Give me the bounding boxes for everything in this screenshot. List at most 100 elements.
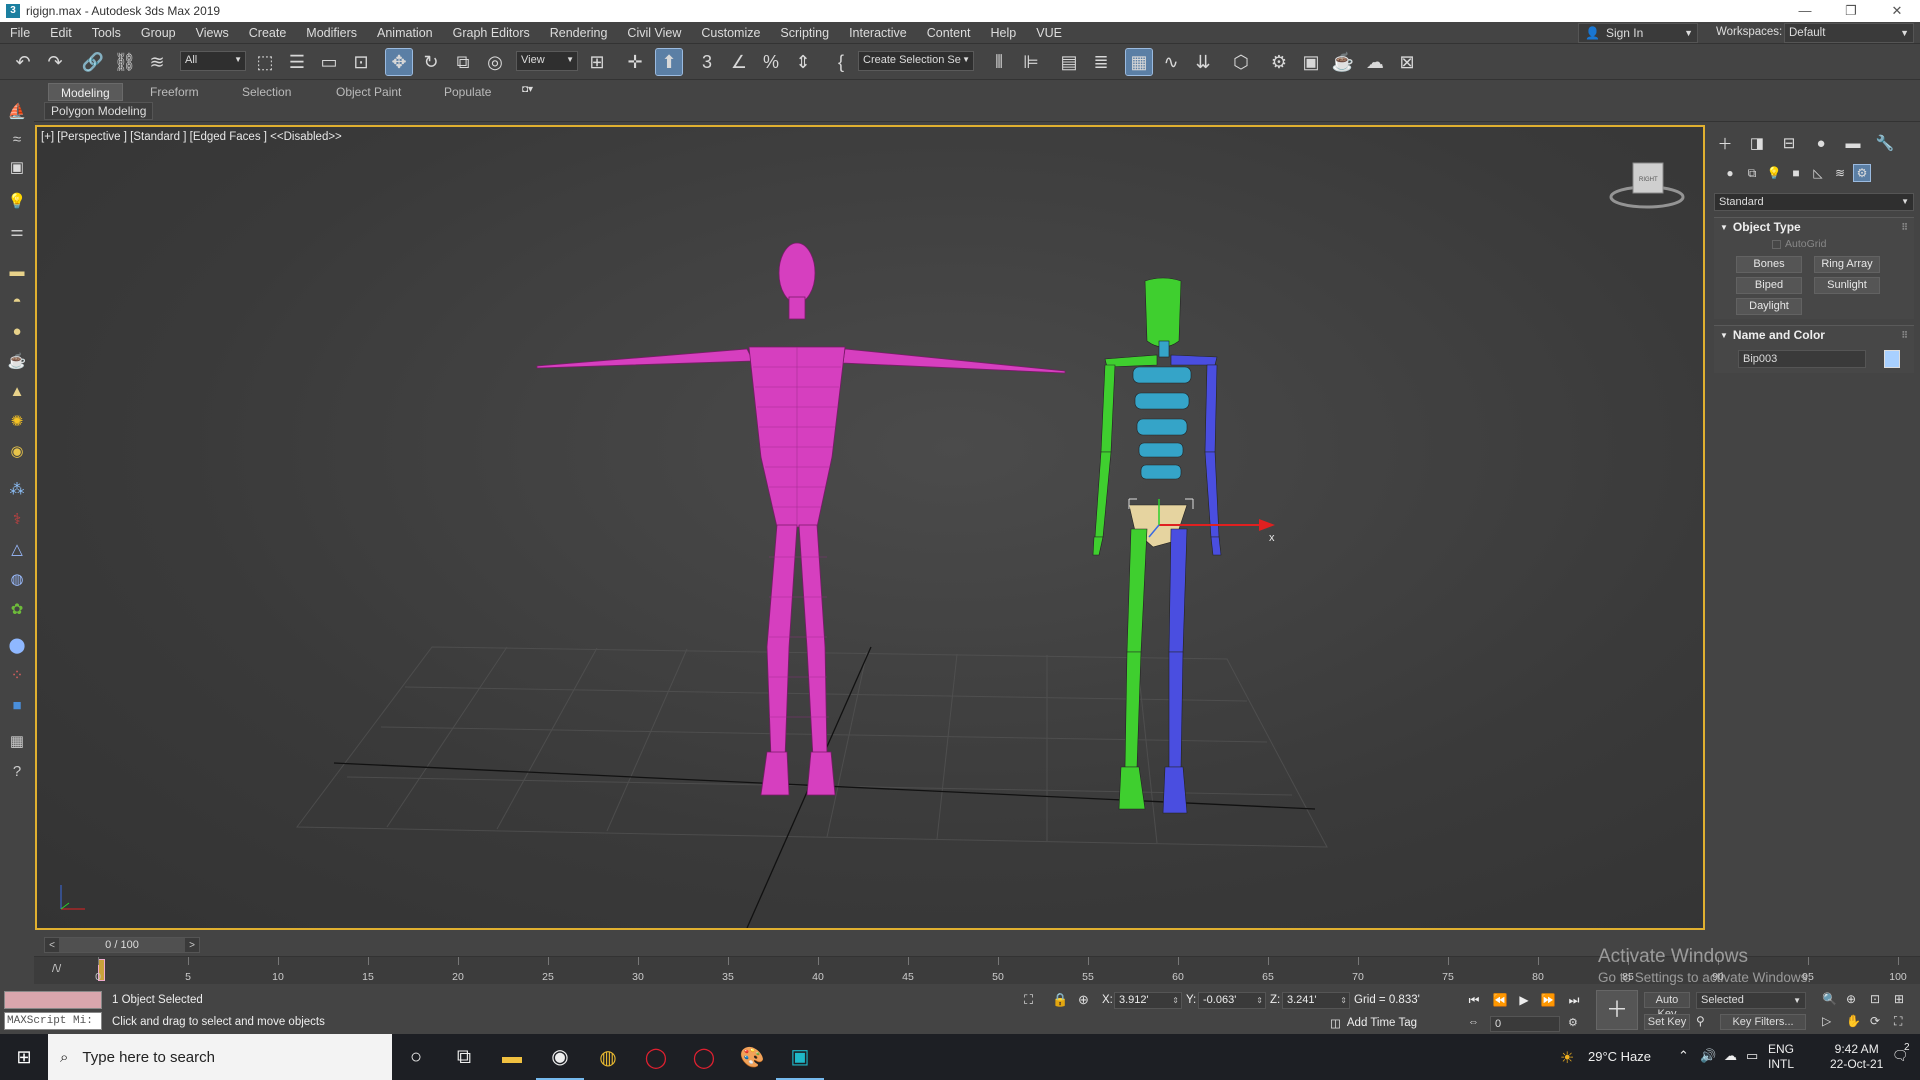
maxscript-mini-listener[interactable]: MAXScript Mi: — [4, 1012, 102, 1030]
select-and-move-icon[interactable]: ✥ — [385, 48, 413, 76]
render-icon[interactable]: ■ — [6, 694, 28, 716]
pivot-center-icon[interactable]: ⊞ — [584, 49, 610, 75]
set-keys-icon[interactable]: ＋ — [1596, 990, 1638, 1030]
rendered-frame-window-icon[interactable]: ▣ — [1298, 49, 1324, 75]
polygon-modeling-panel[interactable]: Polygon Modeling — [44, 102, 154, 120]
render-production-icon[interactable]: ☕ — [1330, 49, 1356, 75]
redo-icon[interactable]: ↷ — [42, 49, 68, 75]
menu-scripting[interactable]: Scripting — [770, 26, 839, 40]
current-frame-field[interactable]: 0 — [1490, 1016, 1560, 1032]
menu-vue[interactable]: VUE — [1026, 26, 1072, 40]
mini-curve-editor-icon[interactable]: /\/ — [52, 963, 61, 975]
sweep-icon[interactable]: ⛵ — [6, 100, 28, 122]
windows-start-icon[interactable]: ⊞ — [0, 1034, 48, 1080]
select-and-place-icon[interactable]: ◎ — [482, 49, 508, 75]
z-coordinate-field[interactable]: 3.241' ⇕ — [1282, 992, 1350, 1009]
orbit-icon[interactable]: ⟳ — [1870, 1014, 1880, 1028]
spinner-snap-icon[interactable]: ⇕ — [790, 49, 816, 75]
menu-civil-view[interactable]: Civil View — [617, 26, 691, 40]
scene-explorer-icon[interactable]: ▤ — [1056, 49, 1082, 75]
tab-object-paint[interactable]: Object Paint — [324, 83, 413, 101]
perspective-viewport[interactable]: x RIGHT [+] [Perspective ] [Standard ] [… — [35, 125, 1705, 930]
show-hidden-icons-icon[interactable]: ⌃ — [1678, 1048, 1689, 1064]
menu-graph-editors[interactable]: Graph Editors — [443, 26, 540, 40]
window-crossing-icon[interactable]: ⊡ — [348, 49, 374, 75]
menu-interactive[interactable]: Interactive — [839, 26, 917, 40]
autogrid-checkbox[interactable]: AutoGrid — [1772, 238, 1826, 250]
reference-coordinate-select[interactable]: View ▼ — [516, 51, 578, 71]
menu-tools[interactable]: Tools — [82, 26, 131, 40]
bones-icon[interactable]: ⚕ — [6, 508, 28, 530]
zoom-extents-all-icon[interactable]: ⊞ — [1894, 992, 1904, 1006]
plane-icon[interactable]: ▬ — [6, 260, 28, 282]
add-time-tag[interactable]: ◫ Add Time Tag — [1330, 1016, 1417, 1030]
spinner-icon[interactable]: ⇕ — [1172, 993, 1179, 1008]
menu-customize[interactable]: Customize — [691, 26, 770, 40]
chrome-icon[interactable]: ◍ — [584, 1034, 632, 1080]
opera-gx-icon[interactable]: ◯ — [680, 1034, 728, 1080]
previous-frame-icon[interactable]: < — [45, 940, 59, 951]
daylight-button[interactable]: Daylight — [1736, 298, 1802, 315]
taskbar-search[interactable]: ⌕ Type here to search — [48, 1034, 392, 1080]
menu-edit[interactable]: Edit — [40, 26, 82, 40]
link-icon[interactable]: 🔗 — [80, 49, 106, 75]
zoom-extents-icon[interactable]: ⊡ — [1870, 992, 1880, 1006]
curve-editor-icon[interactable]: ∿ — [1158, 49, 1184, 75]
bones-button[interactable]: Bones — [1736, 256, 1802, 273]
go-to-start-icon[interactable]: ⏮ — [1464, 993, 1484, 1008]
display-tab-icon[interactable]: ▬ — [1842, 133, 1864, 153]
tab-freeform[interactable]: Freeform — [138, 83, 211, 101]
object-type-header[interactable]: ▼ Object Type ⠿ — [1714, 218, 1914, 236]
render-environment-icon[interactable]: ⊠ — [1394, 49, 1420, 75]
viewport-label[interactable]: [+] [Perspective ] [Standard ] [Edged Fa… — [41, 131, 342, 143]
schematic-view-icon[interactable]: ⇊ — [1190, 49, 1216, 75]
snaps-toggle-icon[interactable]: 3 — [694, 49, 720, 75]
plant-icon[interactable]: ✿ — [6, 598, 28, 620]
set-key-button[interactable]: Set Key — [1644, 1014, 1690, 1030]
particles-icon[interactable]: ⁂ — [6, 478, 28, 500]
hemisphere-icon[interactable]: ◓ — [6, 290, 28, 312]
menu-modifiers[interactable]: Modifiers — [296, 26, 367, 40]
opera-icon[interactable]: ◯ — [632, 1034, 680, 1080]
light-icon[interactable]: 💡 — [6, 190, 28, 212]
task-view-icon[interactable]: ⧉ — [440, 1034, 488, 1080]
tab-populate[interactable]: Populate — [432, 83, 503, 101]
taskbar-clock[interactable]: 9:42 AM 22-Oct-21 — [1830, 1042, 1883, 1072]
time-slider[interactable]: < 0 / 100 > — [44, 937, 200, 953]
maximize-viewport-icon[interactable]: ⛶ — [1894, 1014, 1902, 1029]
render-cloud-icon[interactable]: ☁ — [1362, 49, 1388, 75]
menu-views[interactable]: Views — [186, 26, 239, 40]
object-name-field[interactable]: Bip003 — [1738, 350, 1866, 368]
ring-array-button[interactable]: Ring Array — [1814, 256, 1880, 273]
help-icon[interactable]: ? — [6, 760, 28, 782]
volume-icon[interactable]: 🔊 — [1700, 1048, 1716, 1064]
space-warps-icon[interactable]: ≋ — [1832, 165, 1848, 181]
go-to-end-icon[interactable]: ⏭ — [1564, 993, 1584, 1008]
ribbon-minimize-icon[interactable]: ◘▾ — [522, 84, 542, 98]
pan-icon[interactable]: ✋ — [1846, 1014, 1861, 1028]
workspace-select[interactable]: Default ▼ — [1784, 23, 1914, 43]
name-and-color-header[interactable]: ▼ Name and Color ⠿ — [1714, 326, 1914, 344]
keyboard-shortcut-override-icon[interactable]: ⬆ — [655, 48, 683, 76]
restore-button[interactable]: ❐ — [1828, 0, 1874, 22]
category-select[interactable]: Standard ▼ — [1714, 193, 1914, 211]
auto-key-button[interactable]: Auto Key — [1644, 992, 1690, 1020]
menu-group[interactable]: Group — [131, 26, 186, 40]
lights-icon[interactable]: 💡 — [1766, 165, 1782, 181]
time-configuration-icon[interactable]: ⚙ — [1568, 1016, 1578, 1029]
field-of-view-icon[interactable]: ▷ — [1822, 1014, 1831, 1028]
selection-lock-icon[interactable]: 🔒 — [1052, 992, 1068, 1008]
percent-snap-icon[interactable]: % — [758, 49, 784, 75]
key-filters-button[interactable]: Key Filters... — [1720, 1014, 1806, 1030]
undo-icon[interactable]: ↶ — [10, 49, 36, 75]
material-editor-icon[interactable]: ⬡ — [1228, 49, 1254, 75]
zoom-all-icon[interactable]: ⊕ — [1846, 992, 1856, 1006]
material-ball-icon[interactable]: ⬤ — [6, 634, 28, 656]
viewcube[interactable]: RIGHT — [1609, 162, 1685, 209]
cortana-icon[interactable]: ○ — [392, 1034, 440, 1080]
shapes-icon[interactable]: ⧉ — [1744, 165, 1760, 181]
menu-file[interactable]: File — [0, 26, 40, 40]
key-mode-select[interactable]: Selected ▼ — [1696, 992, 1806, 1009]
maxscript-listener-output[interactable] — [4, 991, 102, 1009]
sphere-icon[interactable]: ● — [6, 320, 28, 342]
